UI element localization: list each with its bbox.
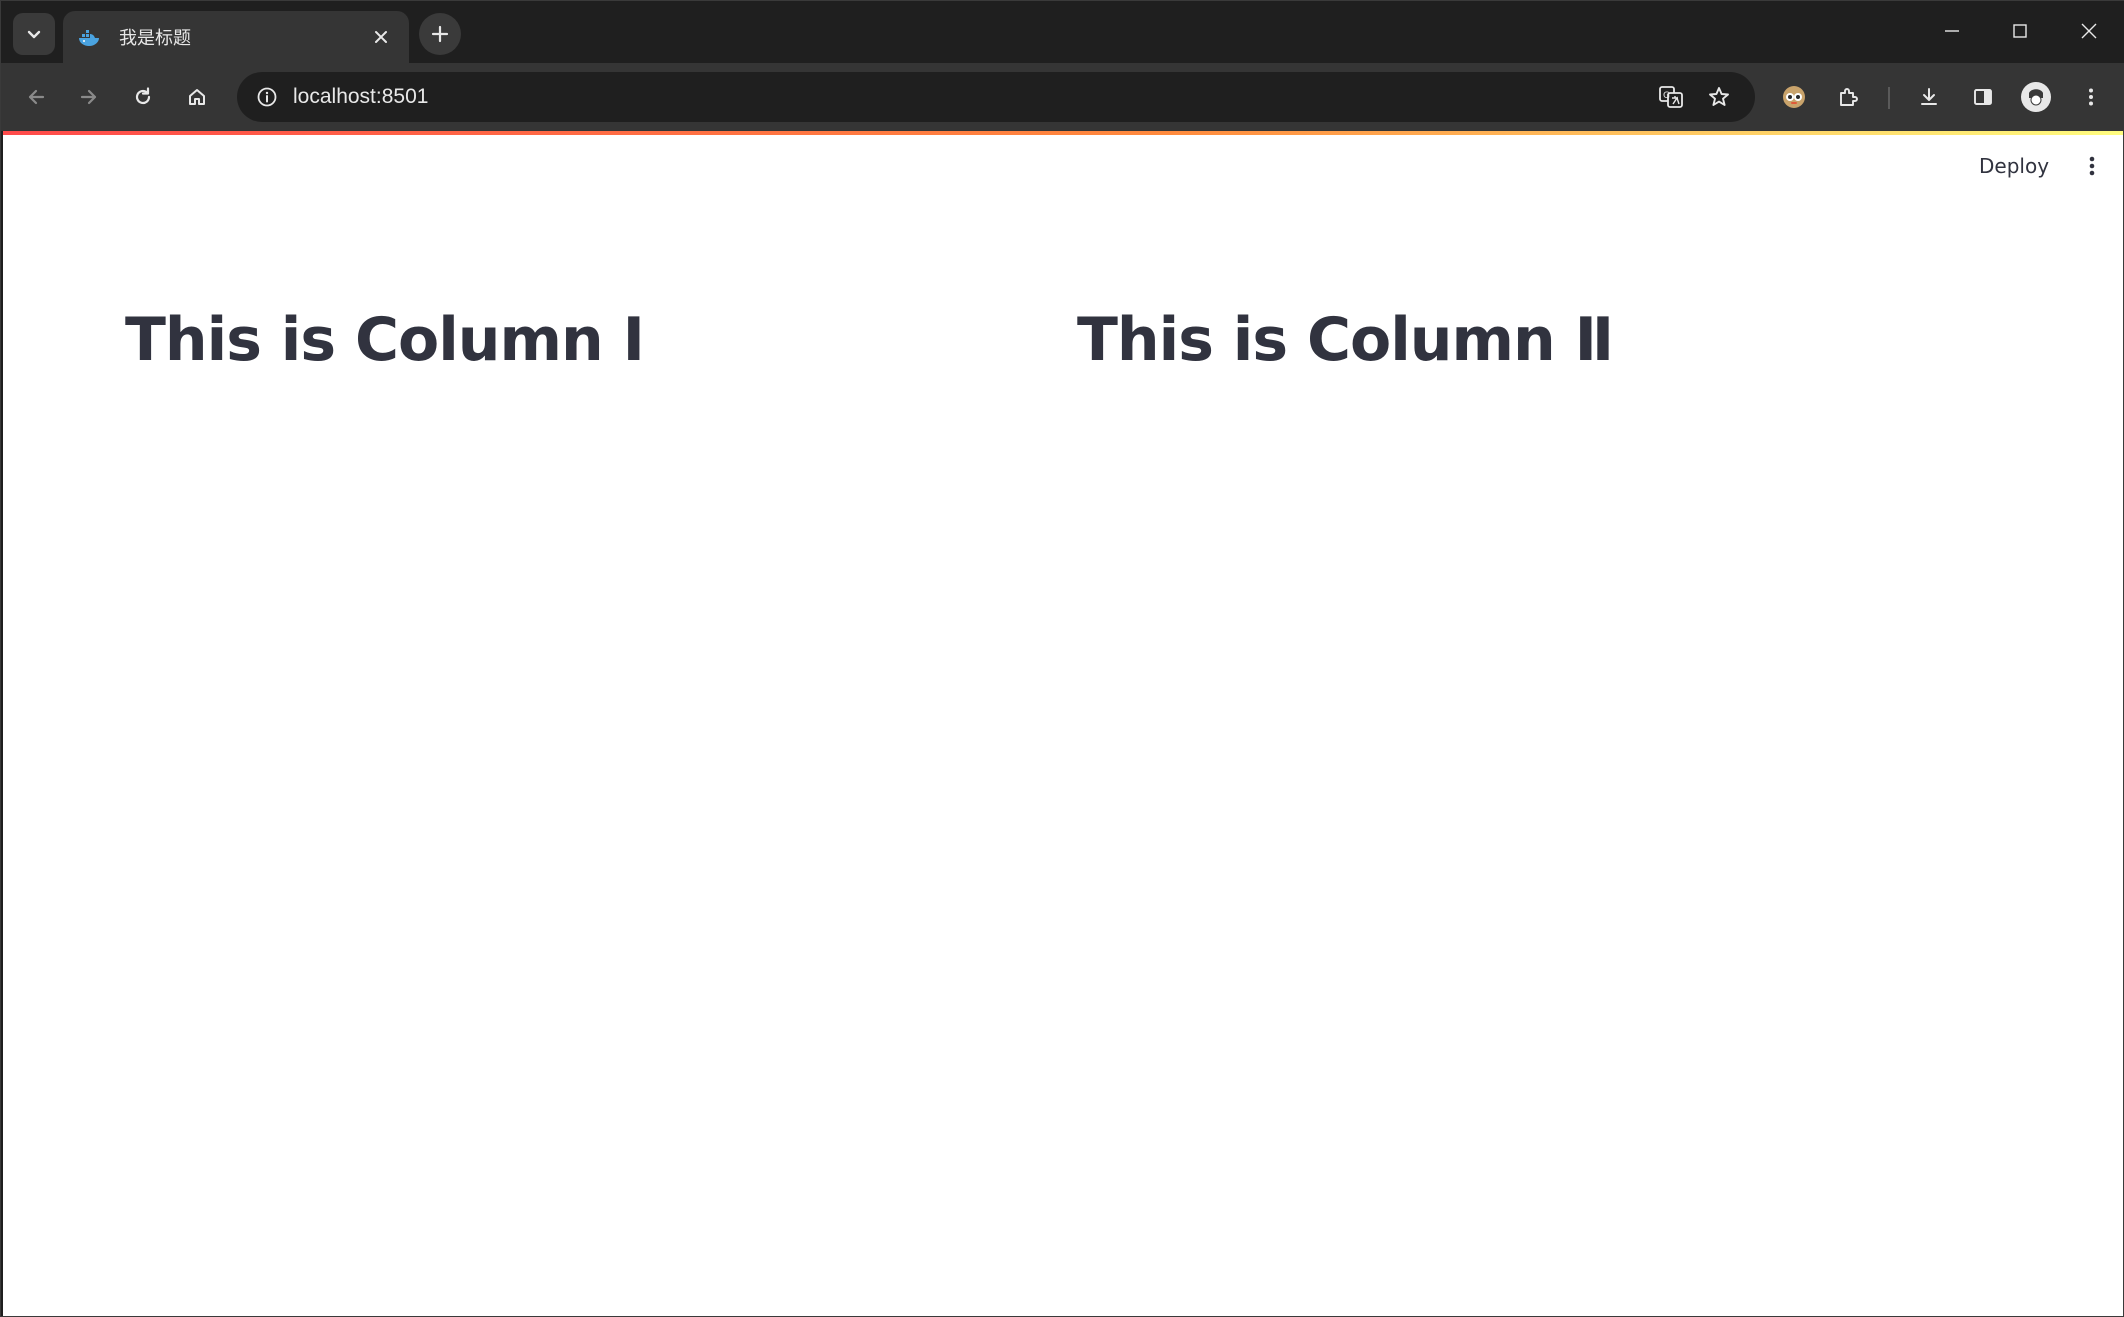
tab-close-icon[interactable] — [367, 23, 395, 51]
tab-search-button[interactable] — [13, 13, 55, 55]
bookmark-star-icon[interactable] — [1703, 81, 1735, 113]
close-icon — [2081, 23, 2097, 39]
column-2: This is Column Ⅱ — [1077, 301, 1977, 379]
svg-text:G: G — [1663, 91, 1670, 101]
new-tab-button[interactable] — [419, 13, 461, 55]
translate-icon[interactable]: G — [1655, 81, 1687, 113]
tab-title: 我是标题 — [119, 28, 191, 49]
extensions-button[interactable] — [1828, 77, 1868, 117]
home-button[interactable] — [177, 77, 217, 117]
maximize-button[interactable] — [1990, 9, 2050, 53]
address-bar[interactable]: localhost:8501 G — [237, 72, 1755, 122]
side-panel-button[interactable] — [1963, 77, 2003, 117]
profile-button[interactable] — [2016, 77, 2056, 117]
back-button[interactable] — [16, 77, 56, 117]
reload-icon — [135, 87, 151, 105]
whale-favicon-icon — [77, 25, 101, 49]
site-info-icon[interactable] — [251, 81, 283, 113]
app-decoration-bar — [3, 131, 2123, 135]
owl-extension-icon — [1783, 86, 1805, 108]
columns-container: This is Column Ⅰ This is Column Ⅱ — [125, 301, 2005, 421]
browser-toolbar: localhost:8501 G — [1, 63, 2124, 131]
page-content: Deploy This is Column Ⅰ This is Column Ⅱ — [3, 131, 2123, 1316]
extension-owl-button[interactable] — [1774, 77, 1814, 117]
reload-button[interactable] — [123, 77, 163, 117]
close-window-button[interactable] — [2059, 9, 2119, 53]
browser-window: 我是标题 localhost:8501 G Deploy This is Col… — [0, 0, 2124, 1317]
column-1: This is Column Ⅰ — [125, 301, 1025, 379]
side-panel-icon — [1974, 89, 1992, 105]
active-tab[interactable]: 我是标题 — [63, 11, 409, 63]
avatar — [2021, 82, 2051, 112]
kebab-menu-icon — [2089, 88, 2093, 106]
arrow-left-icon — [28, 89, 45, 105]
download-icon — [1921, 88, 1937, 105]
toolbar-separator — [1888, 87, 1890, 109]
url-text[interactable]: localhost:8501 — [293, 72, 428, 122]
column-1-heading: This is Column Ⅰ — [125, 305, 645, 375]
kebab-menu-icon — [2089, 156, 2095, 176]
tab-strip: 我是标题 — [1, 1, 2124, 63]
maximize-icon — [2013, 24, 2027, 38]
plus-icon — [431, 25, 449, 43]
arrow-right-icon — [80, 89, 97, 105]
minimize-button[interactable] — [1922, 9, 1982, 53]
minimize-icon — [1945, 30, 1959, 32]
deploy-button[interactable]: Deploy — [1971, 151, 2057, 181]
chevron-down-icon — [27, 30, 41, 39]
home-icon — [189, 89, 205, 105]
app-main-menu-button[interactable] — [2075, 149, 2109, 183]
puzzle-icon — [1840, 88, 1858, 106]
downloads-button[interactable] — [1909, 77, 1949, 117]
profile-avatar-icon — [2024, 85, 2048, 109]
browser-menu-button[interactable] — [2071, 77, 2111, 117]
column-2-heading: This is Column Ⅱ — [1077, 305, 1614, 375]
forward-button[interactable] — [69, 77, 109, 117]
